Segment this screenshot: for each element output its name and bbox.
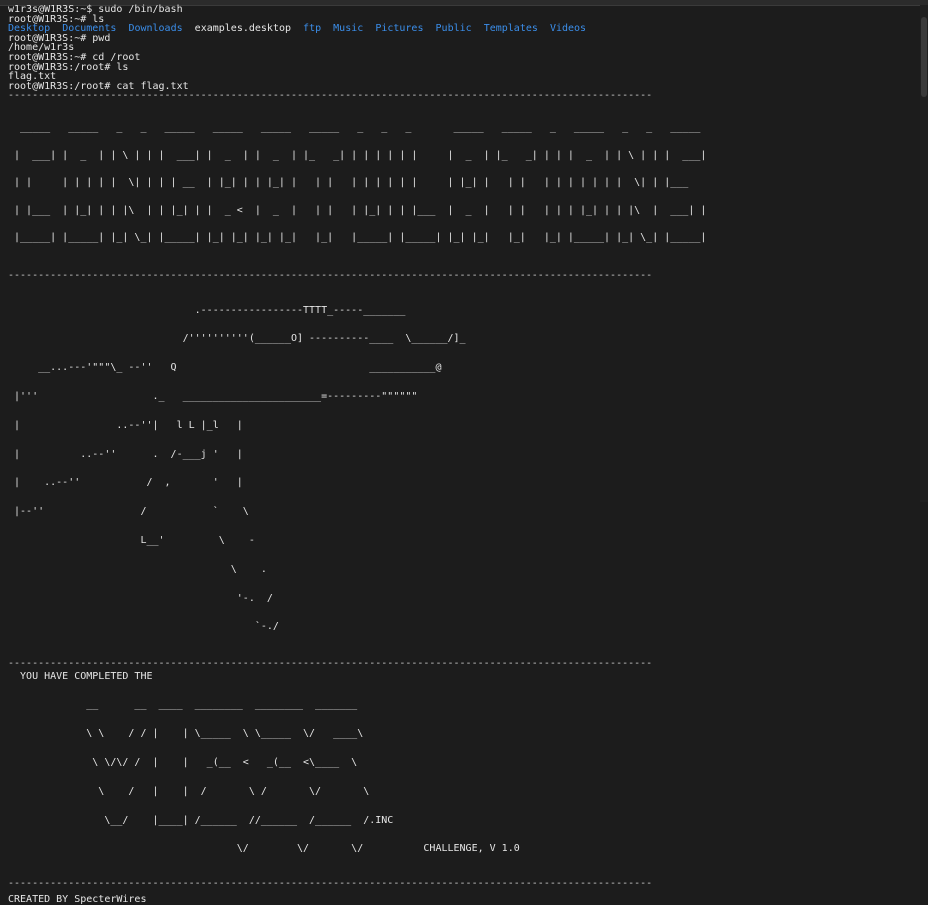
ls-output-line: Desktop Documents Downloads examples.des… [8,24,918,34]
terminal-line: root@W1R3S:/root# ls [8,61,129,73]
banner-line: |_____| |_____| |_| \_| |_____| |_| |_| … [8,232,707,244]
congratulations-banner: _____ _____ _ _ _____ _____ _____ _____ … [8,105,918,261]
art-line: | ..--'' / , ' | [8,477,243,489]
file-examples-desktop: examples.desktop [194,23,291,35]
logo-line: \ / | | / \ / \/ \ [8,785,370,797]
art-line: | ..--''| l L |_l | [8,419,243,431]
logo-line: \ \/\/ / | | _(__ < _(__ <\____ \ [8,757,358,768]
art-line: \ . [8,563,267,575]
art-line: |--'' / ` \ [8,506,249,518]
wires-logo-art: __ __ ____ ________ ________ _______ \ \… [8,681,918,873]
created-by-text: CREATED BY SpecterWires [8,893,147,905]
dir-public: Public [435,23,472,35]
terminal-line: /home/w1r3s [8,42,75,54]
separator-line: ----------------------------------------… [8,658,653,670]
dir-pictures: Pictures [375,23,424,35]
art-line: .-----------------TTTT_-----_______ [8,304,406,316]
separator-line: ----------------------------------------… [8,90,653,102]
art-line: |''' ._ _______________________=--------… [8,391,418,403]
terminal-output[interactable]: w1r3s@W1R3S:~$ sudo /bin/bash root@W1R3S… [8,4,918,904]
completed-text: YOU HAVE COMPLETED THE [8,670,153,682]
terminal-line: root@W1R3S:~# cd /root [8,51,141,63]
art-line: `-./ [8,621,279,633]
logo-line: \/ \/ \/ CHALLENGE, V 1.0 [8,843,520,855]
separator-line: ----------------------------------------… [8,269,653,281]
art-line: /''''''''''(______O] ----------____ \___… [8,333,466,345]
art-line: __...---'"""\_ --'' Q ___________@ [8,362,442,374]
banner-line: | ___| | _ | | \ | | | ___| | _ | | _ | … [8,149,707,161]
banner-line: | | | | | | | \| | | | __ | |_| | | |_| … [8,177,701,189]
rifle-ascii-art: .-----------------TTTT_-----_______ /'''… [8,287,918,652]
banner-line: _____ _____ _ _ _____ _____ _____ _____ … [8,121,707,133]
dir-videos: Videos [549,23,587,35]
dir-music: Music [333,23,364,35]
separator-line: ----------------------------------------… [8,878,653,890]
dir-templates: Templates [483,23,538,35]
banner-line: | |___ | |_| | | |\ | | |_| | | _ < | _ … [8,204,707,216]
terminal-line: w1r3s@W1R3S:~$ sudo /bin/bash [8,4,183,15]
terminal-line: root@W1R3S:~# pwd [8,32,111,44]
logo-line: \__/ |____| /______ //______ /______ /.I… [8,814,394,826]
scrollbar[interactable] [920,5,928,502]
art-line: | ..--'' . /-___j ' | [8,448,243,460]
logo-line: \ \ / / | | \_____ \ \_____ \/ ____\ [8,728,364,740]
dir-ftp: ftp [303,23,322,35]
logo-line: __ __ ____ ________ ________ _______ [8,699,358,711]
scrollbar-thumb[interactable] [921,17,927,97]
art-line: '-. / [8,592,273,604]
art-line: L__' \ - [8,534,255,546]
dir-downloads: Downloads [128,23,183,35]
